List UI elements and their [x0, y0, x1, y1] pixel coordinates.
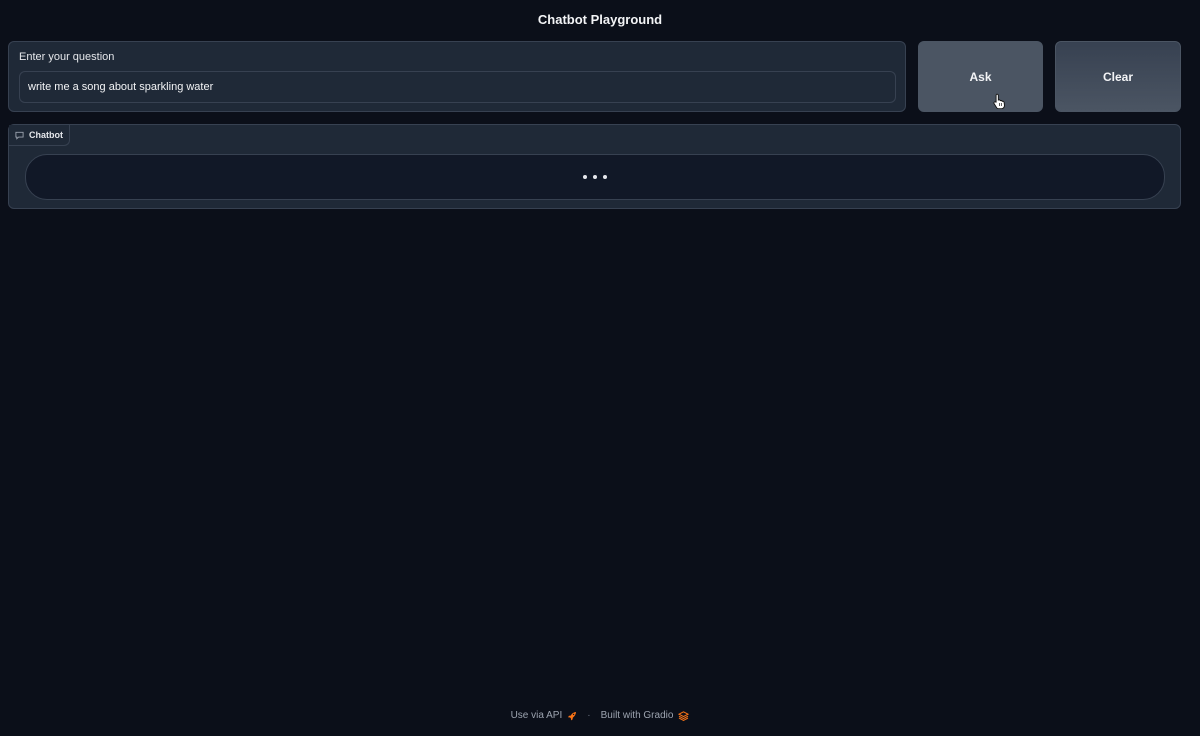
footer: Use via API · Built with Gradio — [0, 710, 1200, 721]
chat-bubble-icon — [15, 131, 24, 140]
chatbot-label: Chatbot — [9, 125, 70, 146]
page-title: Chatbot Playground — [537, 12, 663, 27]
ask-button[interactable]: Ask — [918, 41, 1043, 112]
question-label: Enter your question — [19, 51, 115, 63]
clear-button[interactable]: Clear — [1055, 41, 1181, 112]
footer-separator: · — [587, 710, 591, 721]
loading-dot — [583, 175, 587, 179]
hand-pointer-icon — [993, 93, 1005, 109]
api-link[interactable]: Use via API — [511, 710, 578, 721]
question-panel: Enter your question — [8, 41, 906, 112]
question-input[interactable] — [19, 71, 896, 103]
chatbot-panel: Chatbot — [8, 124, 1181, 209]
app: Chatbot Playground Enter your question A… — [0, 0, 1200, 736]
api-link-label: Use via API — [510, 710, 563, 721]
gradio-link-label: Built with Gradio — [600, 710, 674, 721]
chatbot-label-text: Chatbot — [29, 130, 63, 140]
loading-dot — [603, 175, 607, 179]
gradio-logo-icon — [678, 710, 690, 721]
loading-message-bubble — [25, 154, 1165, 200]
gradio-link[interactable]: Built with Gradio — [601, 710, 690, 721]
loading-dot — [593, 175, 597, 179]
rocket-icon — [568, 711, 577, 720]
